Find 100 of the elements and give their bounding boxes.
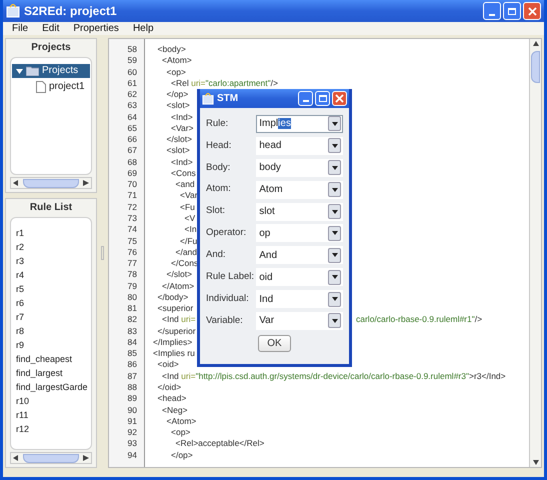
scroll-right-icon[interactable] xyxy=(83,180,89,186)
tree-item[interactable]: project1 xyxy=(36,80,90,94)
line-number: 92 xyxy=(126,427,138,438)
rule-item[interactable]: r5 xyxy=(16,282,91,296)
code-line: <Cons xyxy=(170,168,196,180)
combo-box[interactable]: Ind xyxy=(256,290,343,308)
rule-item[interactable]: r2 xyxy=(16,240,91,254)
close-button[interactable] xyxy=(523,2,541,20)
combo-box[interactable]: body xyxy=(256,158,343,177)
code-line: <Implies ru xyxy=(153,348,195,360)
maximize-button[interactable] xyxy=(315,91,330,106)
expand-arrow-icon[interactable] xyxy=(16,68,23,74)
code-line: <V xyxy=(184,212,196,224)
combo-box[interactable]: head xyxy=(256,136,343,155)
scroll-thumb[interactable] xyxy=(23,454,79,462)
code-line: <Neg> xyxy=(161,404,188,416)
combo-box[interactable]: op xyxy=(256,224,343,242)
line-number: 79 xyxy=(126,280,138,292)
code-line: </Atom> xyxy=(161,280,194,292)
code-line: </Fu xyxy=(179,236,198,247)
code-line: <Ind uri= xyxy=(161,314,196,324)
horizontal-scrollbar[interactable] xyxy=(10,452,92,464)
rule-item[interactable]: r9 xyxy=(16,338,91,352)
panel-title: Projects xyxy=(30,41,72,55)
line-number: 83 xyxy=(126,326,138,337)
code-line: <body> xyxy=(156,44,186,56)
field-label: And: xyxy=(206,248,227,262)
scroll-left-icon[interactable] xyxy=(13,180,19,186)
scroll-up-icon[interactable] xyxy=(532,41,538,47)
menu-item[interactable]: File xyxy=(12,22,28,35)
line-number: 87 xyxy=(126,370,138,382)
close-icon xyxy=(335,94,344,103)
menu-item[interactable]: Help xyxy=(132,22,154,35)
code-line: <slot> xyxy=(166,100,190,112)
rule-item[interactable]: r12 xyxy=(16,422,91,436)
rule-item[interactable]: r8 xyxy=(16,324,91,338)
field-label: Variable: xyxy=(206,314,244,328)
rule-item[interactable]: r4 xyxy=(16,268,91,282)
menu-item[interactable]: Edit xyxy=(42,22,60,35)
combo-box[interactable]: Implies xyxy=(256,114,343,133)
splitter-handle[interactable] xyxy=(101,246,104,260)
code-line: <head> xyxy=(156,393,186,404)
code-line: </Cons xyxy=(170,258,198,270)
code-line: </slot> xyxy=(166,269,192,281)
rule-item[interactable]: r10 xyxy=(16,394,91,408)
line-number: 70 xyxy=(126,179,138,190)
line-number: 61 xyxy=(126,78,138,90)
code-line: </and xyxy=(174,246,198,258)
scroll-thumb[interactable] xyxy=(531,51,540,83)
line-number: 64 xyxy=(126,112,138,123)
line-number: 73 xyxy=(126,212,138,224)
rule-item[interactable]: r1 xyxy=(16,226,91,240)
minimize-button[interactable] xyxy=(483,2,501,20)
ok-button[interactable]: OK xyxy=(258,334,291,352)
line-number: 88 xyxy=(126,382,138,394)
rule-item[interactable]: r3 xyxy=(16,254,91,268)
field-label: Individual: xyxy=(206,292,250,306)
code-line: carlo/carlo-rbase-0.9.ruleml#r1"/> xyxy=(356,314,482,326)
line-number: 94 xyxy=(126,450,138,461)
minimize-button[interactable] xyxy=(298,91,313,106)
app-icon xyxy=(6,4,20,18)
code-line: </superior xyxy=(156,326,196,337)
line-number: 75 xyxy=(126,236,138,247)
code-line: <Var> xyxy=(170,122,194,134)
code-line: <Atom> xyxy=(161,55,192,67)
close-button[interactable] xyxy=(332,91,347,106)
code-line: </slot> xyxy=(166,134,192,146)
combo-box[interactable]: slot xyxy=(256,202,343,220)
field-label: Rule Label: xyxy=(206,270,256,284)
line-number: 80 xyxy=(126,292,138,304)
code-line: </oid> xyxy=(156,382,182,394)
menu-item[interactable]: Properties xyxy=(73,22,119,35)
combo-box[interactable]: oid xyxy=(256,268,343,286)
scroll-left-icon[interactable] xyxy=(13,455,19,461)
code-line: <Atom> xyxy=(166,416,196,428)
window-title: S2REd: project1 xyxy=(24,3,117,20)
horizontal-scrollbar[interactable] xyxy=(10,177,92,189)
line-number: 58 xyxy=(126,44,138,56)
combo-box[interactable]: Var xyxy=(256,312,343,330)
rule-item[interactable]: r6 xyxy=(16,296,91,310)
code-line: </body> xyxy=(156,292,188,304)
maximize-button[interactable] xyxy=(503,2,521,20)
line-number: 84 xyxy=(126,336,138,348)
combo-box[interactable]: And xyxy=(256,246,343,264)
combo-box[interactable]: Atom xyxy=(256,180,343,199)
tree-item[interactable]: Projects xyxy=(12,64,90,78)
line-number: 62 xyxy=(126,89,138,100)
line-number: 89 xyxy=(126,393,138,404)
line-number: 86 xyxy=(126,359,138,371)
rule-item[interactable]: r7 xyxy=(16,310,91,324)
rule-item[interactable]: find_largestGarde xyxy=(16,380,91,394)
rule-item[interactable]: find_cheapest xyxy=(16,352,91,366)
rule-item[interactable]: find_largest xyxy=(16,366,91,380)
line-number: 60 xyxy=(126,66,138,78)
code-line: </op> xyxy=(166,89,188,100)
vertical-scrollbar[interactable] xyxy=(529,39,541,467)
scroll-right-icon[interactable] xyxy=(83,455,89,461)
scroll-thumb[interactable] xyxy=(23,178,79,188)
rule-item[interactable]: r11 xyxy=(16,408,91,422)
scroll-down-icon[interactable] xyxy=(532,459,538,465)
